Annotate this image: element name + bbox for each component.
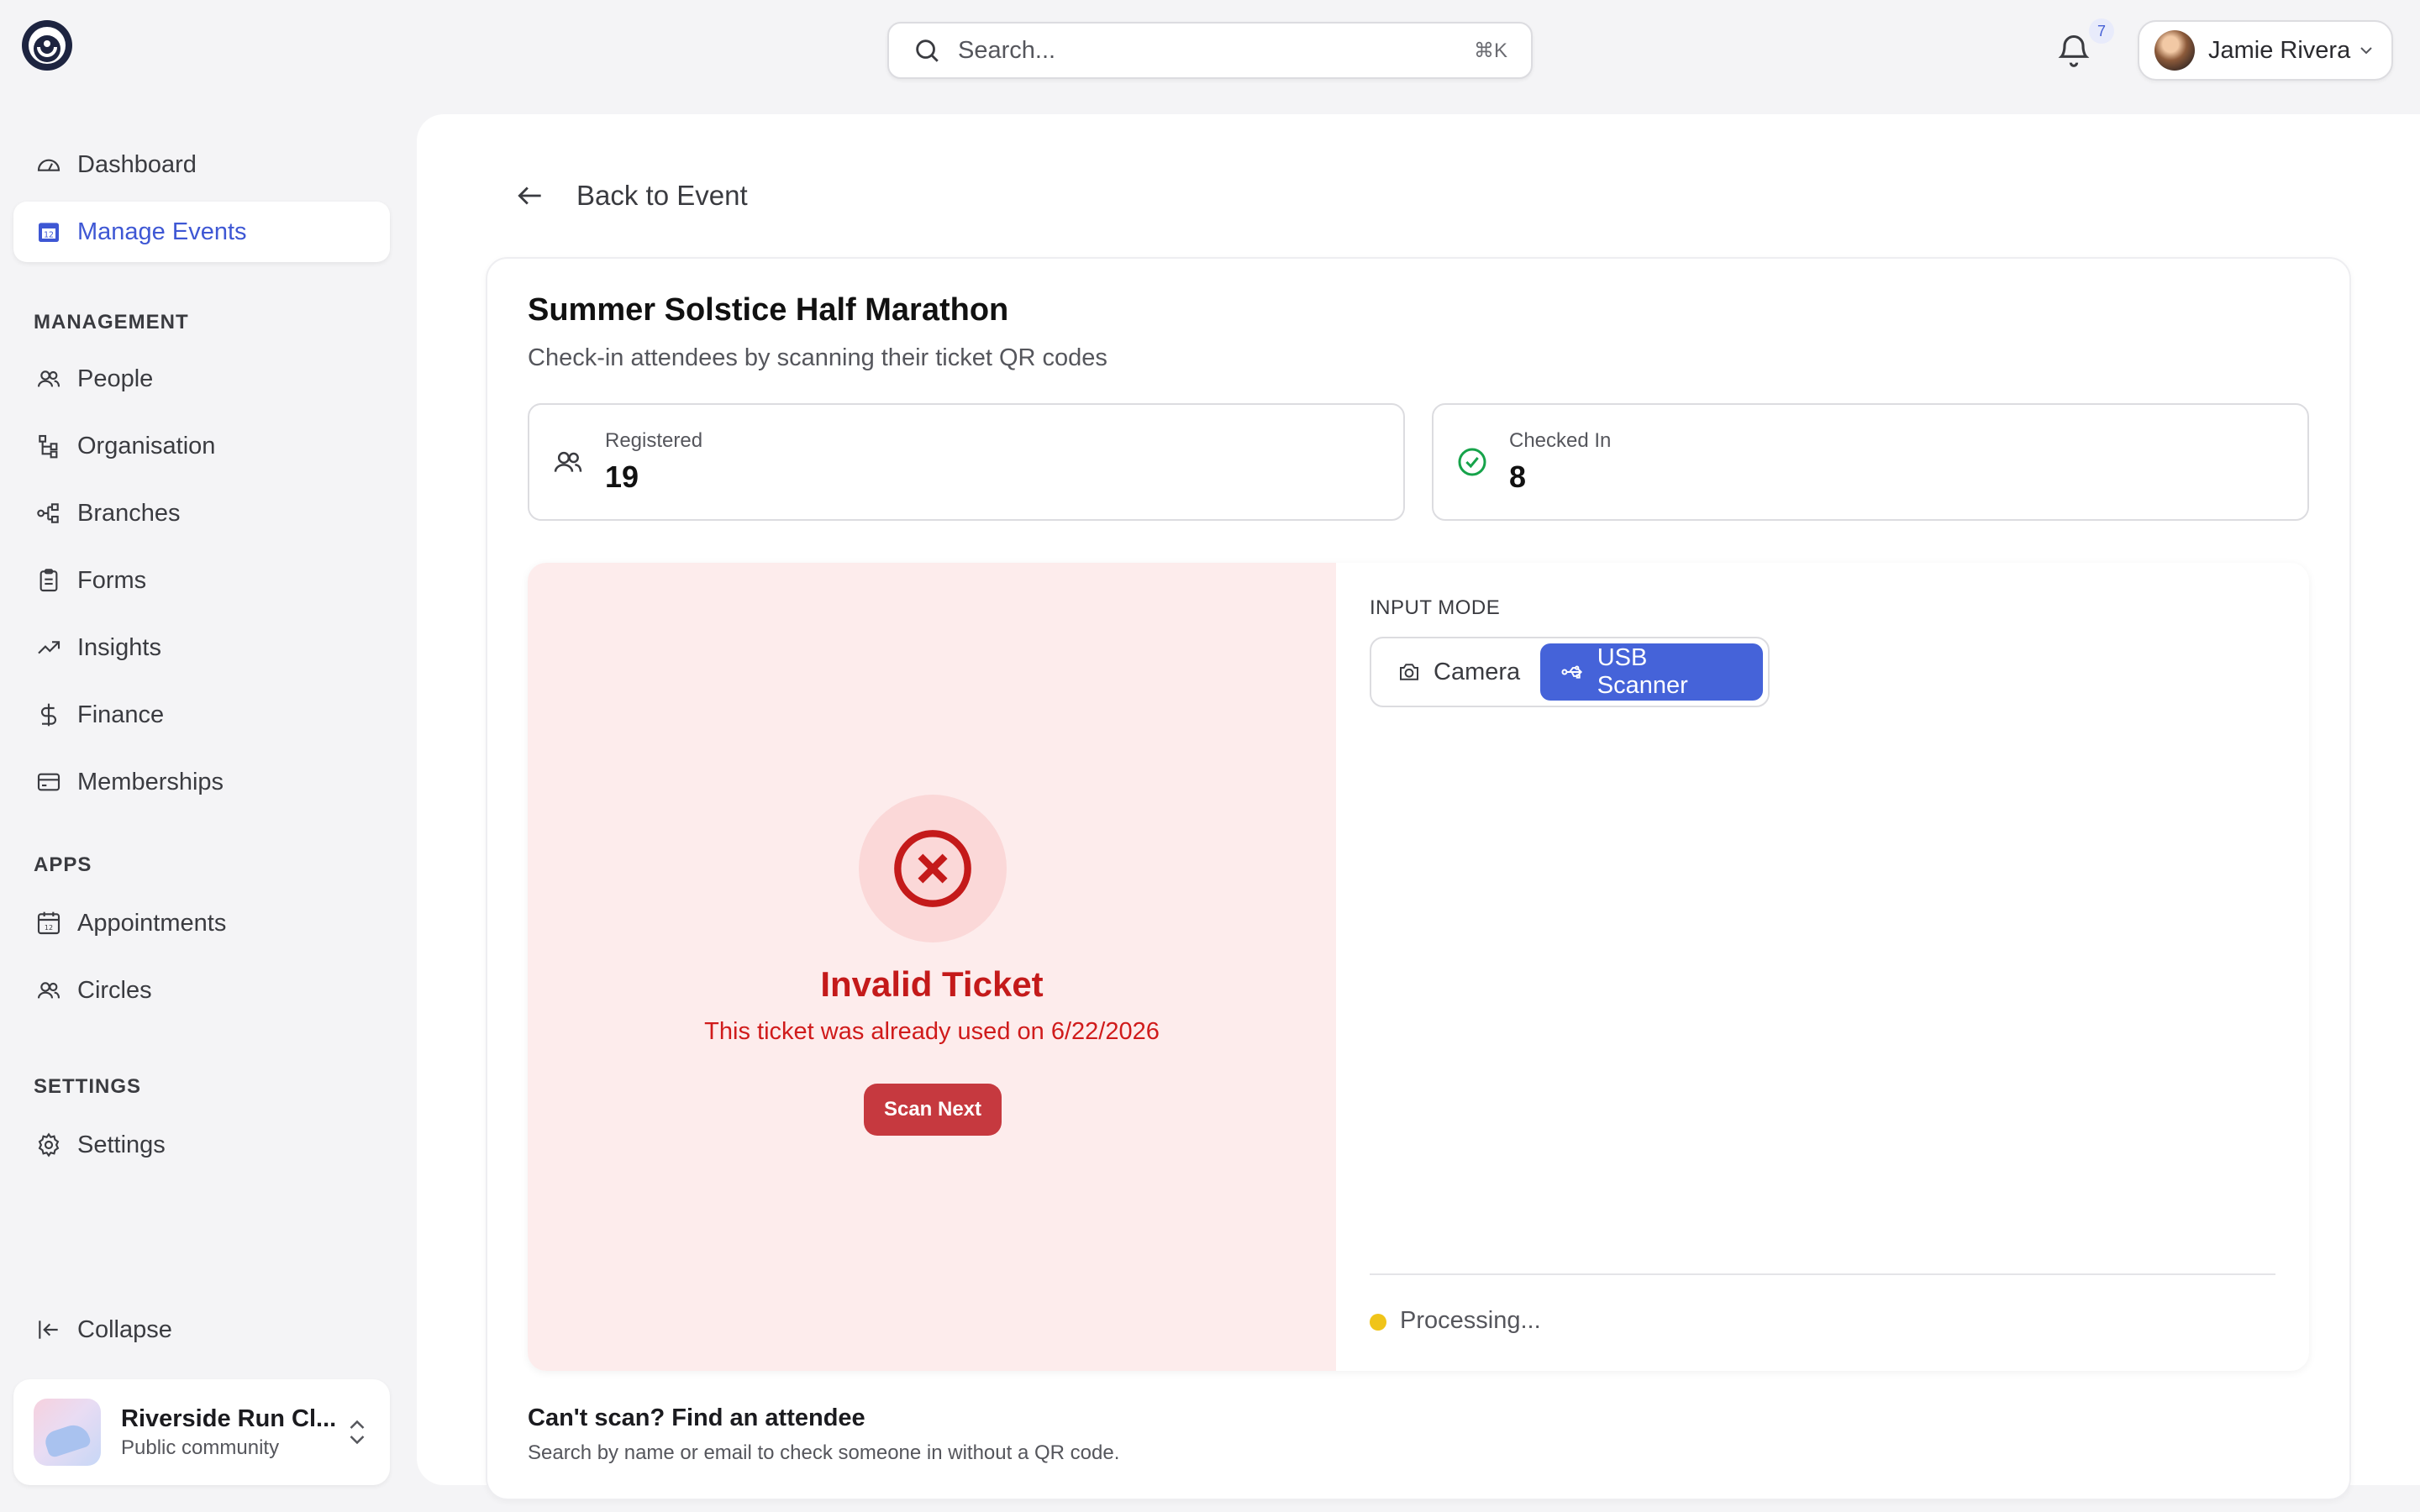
search-icon (916, 39, 939, 62)
collapse-icon (39, 1320, 58, 1339)
chevron-down-icon (2360, 47, 2372, 55)
calendar-grid-icon: 12 (37, 911, 60, 935)
user-name: Jamie Rivera (2208, 36, 2351, 64)
svg-text:12: 12 (45, 924, 53, 932)
sidebar-item-label: Manage Events (77, 218, 247, 245)
find-attendee-subtitle: Search by name or email to check someone… (528, 1441, 1120, 1464)
users-icon (554, 451, 582, 472)
error-badge (859, 795, 1007, 942)
community-image (34, 1399, 101, 1466)
scanner-panel: Invalid Ticket This ticket was already u… (528, 563, 2309, 1371)
sidebar-item-forms[interactable]: Forms (13, 550, 390, 611)
sidebar-item-settings[interactable]: Settings (13, 1115, 390, 1175)
result-message: This ticket was already used on 6/22/202… (704, 1018, 1160, 1045)
bell-icon[interactable] (2055, 32, 2092, 69)
search-bar[interactable]: Search... ⌘K (887, 22, 1533, 79)
input-mode-toggle: Camera USB Scanner (1370, 637, 1770, 707)
users-icon (37, 370, 60, 387)
result-title: Invalid Ticket (820, 964, 1044, 1004)
status-text: Processing... (1400, 1307, 1541, 1334)
community-switcher[interactable]: Riverside Run Cl... Public community (13, 1379, 390, 1485)
card-icon (37, 773, 60, 791)
find-attendee-title: Can't scan? Find an attendee (528, 1404, 865, 1431)
camera-mode-button[interactable]: Camera (1376, 643, 1540, 701)
trend-up-icon (38, 641, 60, 654)
search-shortcut: ⌘K (1473, 39, 1507, 62)
sidebar-item-label: People (77, 365, 154, 392)
sidebar-collapse[interactable]: Collapse (13, 1299, 390, 1360)
divider (1370, 1273, 2275, 1275)
checked-in-stat: Checked In 8 (1432, 403, 2309, 521)
camera-mode-label: Camera (1434, 658, 1521, 685)
sidebar-item-label: Circles (77, 976, 152, 1004)
svg-text:12: 12 (44, 231, 54, 240)
community-name: Riverside Run Cl... (121, 1404, 337, 1432)
sidebar-item-insights[interactable]: Insights (13, 617, 390, 678)
event-subtitle: Check-in attendees by scanning their tic… (528, 344, 1107, 371)
registered-value: 19 (605, 459, 639, 494)
branches-icon (37, 503, 59, 523)
sidebar-item-finance[interactable]: Finance (13, 685, 390, 745)
sidebar-item-label: Settings (77, 1131, 166, 1158)
dollar-icon (41, 703, 56, 727)
back-label: Back to Event (576, 180, 748, 211)
section-label-settings: SETTINGS (34, 1075, 142, 1098)
app-logo-icon[interactable] (20, 18, 74, 72)
checked-in-value: 8 (1509, 459, 1527, 494)
notification-badge: 7 (2089, 18, 2114, 44)
user-menu[interactable]: Jamie Rivera (2138, 20, 2393, 81)
arrow-left-icon (518, 186, 541, 205)
check-circle-icon (1458, 448, 1486, 476)
sidebar-item-label: Finance (77, 701, 165, 728)
usb-scanner-mode-button[interactable]: USB Scanner (1540, 643, 1763, 701)
scan-result-panel: Invalid Ticket This ticket was already u… (528, 563, 1336, 1371)
avatar (2154, 30, 2195, 71)
sidebar-item-branches[interactable]: Branches (13, 483, 390, 543)
sidebar-item-memberships[interactable]: Memberships (13, 752, 390, 812)
sidebar-item-label: Organisation (77, 432, 216, 459)
status-indicator (1370, 1314, 1386, 1331)
usb-icon (1561, 665, 1583, 679)
back-to-event-link[interactable]: Back to Event (514, 180, 748, 212)
sidebar-item-label: Memberships (77, 768, 224, 795)
users-icon (37, 982, 60, 999)
registered-label: Registered (605, 429, 703, 452)
scan-next-button[interactable]: Scan Next (864, 1084, 1002, 1136)
sidebar-item-label: Collapse (77, 1315, 172, 1343)
clipboard-icon (39, 569, 58, 592)
sidebar-item-label: Insights (77, 633, 161, 661)
community-type: Public community (121, 1436, 280, 1459)
event-title: Summer Solstice Half Marathon (528, 292, 1009, 328)
sidebar-item-people[interactable]: People (13, 349, 390, 409)
hierarchy-icon (39, 434, 58, 459)
search-placeholder: Search... (958, 36, 1056, 64)
sidebar-item-appointments[interactable]: 12 Appointments (13, 893, 390, 953)
sidebar-item-label: Branches (77, 499, 181, 527)
registered-stat: Registered 19 (528, 403, 1405, 521)
calendar-icon: 12 (39, 223, 59, 242)
gear-icon (38, 1132, 60, 1158)
section-label-management: MANAGEMENT (34, 311, 189, 333)
sidebar-item-label: Appointments (77, 909, 227, 937)
gauge-icon (37, 159, 60, 171)
chevron-up-down-icon (350, 1420, 365, 1445)
usb-scanner-mode-label: USB Scanner (1597, 644, 1688, 699)
checked-in-label: Checked In (1509, 429, 1612, 452)
sidebar-item-label: Forms (77, 566, 147, 594)
sidebar-item-label: Dashboard (77, 150, 197, 178)
x-circle-icon (894, 830, 971, 907)
sidebar-item-dashboard[interactable]: Dashboard (13, 134, 390, 195)
sidebar-item-circles[interactable]: Circles (13, 960, 390, 1021)
camera-icon (1400, 664, 1418, 680)
section-label-apps: APPS (34, 853, 92, 876)
sidebar-item-manage-events[interactable]: 12 Manage Events (13, 202, 390, 262)
input-mode-label: INPUT MODE (1370, 596, 1501, 619)
sidebar-item-organisation[interactable]: Organisation (13, 416, 390, 476)
